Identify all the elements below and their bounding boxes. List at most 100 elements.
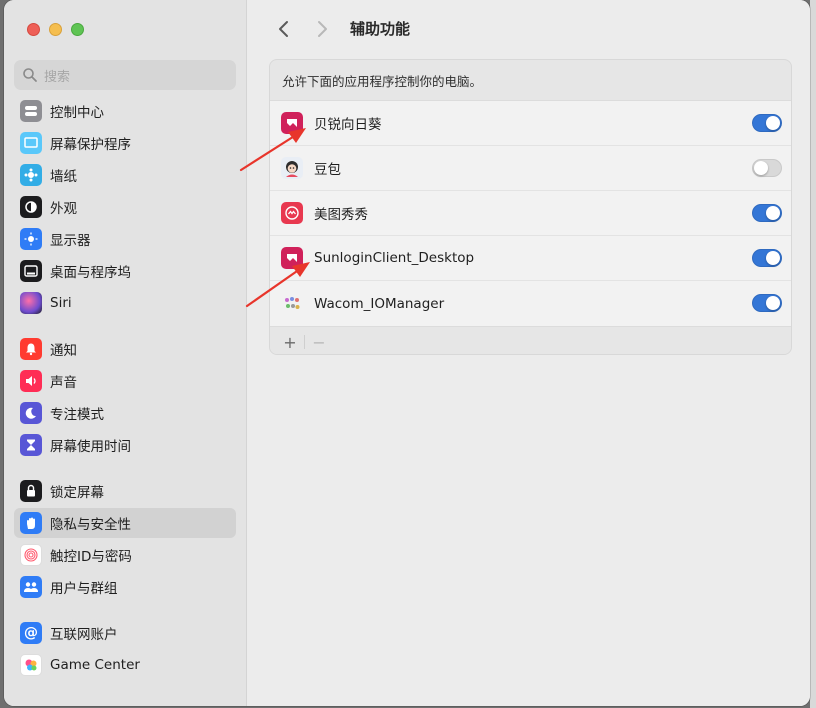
sidebar-item-label: 屏幕保护程序 bbox=[50, 137, 131, 153]
screen-time-icon bbox=[20, 434, 42, 456]
app-name: 豆包 bbox=[314, 162, 341, 178]
privacy-hand-icon bbox=[20, 512, 42, 534]
background-window-edge bbox=[810, 0, 816, 708]
notifications-icon bbox=[20, 338, 42, 360]
sidebar-item-displays[interactable]: 显示器 bbox=[4, 223, 246, 255]
list-item-meitu: 美图秀秀 bbox=[270, 191, 791, 236]
main-content: 辅助功能 允许下面的应用程序控制你的电脑。 贝锐向日葵 豆包 美图秀秀 Sunl… bbox=[248, 0, 810, 706]
sidebar-item-label: 通知 bbox=[50, 343, 77, 359]
search-placeholder: 搜索 bbox=[44, 69, 71, 85]
accessibility-panel: 允许下面的应用程序控制你的电脑。 贝锐向日葵 豆包 美图秀秀 SunloginC… bbox=[269, 59, 792, 355]
forward-button[interactable] bbox=[306, 13, 338, 45]
sidebar-list: 控制中心 屏幕保护程序 墙纸 外观 显示器 桌面与程序坞 Siri 通知 声音 … bbox=[4, 95, 246, 681]
panel-footer: + − bbox=[270, 327, 791, 354]
appearance-icon bbox=[20, 196, 42, 218]
sidebar-item-sound[interactable]: 声音 bbox=[4, 365, 246, 397]
sidebar-item-label: 显示器 bbox=[50, 233, 91, 249]
app-name: SunloginClient_Desktop bbox=[314, 250, 475, 266]
toggle-switch[interactable] bbox=[752, 159, 782, 177]
toggle-switch[interactable] bbox=[752, 249, 782, 267]
annotation-arrow-icon bbox=[239, 128, 306, 172]
focus-icon bbox=[20, 402, 42, 424]
sidebar-item-label: 隐私与安全性 bbox=[50, 517, 131, 533]
sidebar-item-label: 外观 bbox=[50, 201, 77, 217]
toggle-knob bbox=[754, 161, 768, 175]
sidebar-item-lock-screen[interactable]: 锁定屏幕 bbox=[4, 475, 246, 507]
search-field[interactable]: 搜索 bbox=[14, 60, 236, 90]
toggle-knob bbox=[766, 206, 780, 220]
wallpaper-icon bbox=[20, 164, 42, 186]
sidebar-item-label: 用户与群组 bbox=[50, 581, 118, 597]
back-button[interactable] bbox=[268, 13, 300, 45]
list-item-sunlogin-client: SunloginClient_Desktop bbox=[270, 236, 791, 281]
add-button[interactable]: + bbox=[278, 332, 302, 352]
app-name: 美图秀秀 bbox=[314, 207, 368, 223]
sidebar-item-label: 专注模式 bbox=[50, 407, 104, 423]
sidebar-item-label: 锁定屏幕 bbox=[50, 485, 104, 501]
toggle-knob bbox=[766, 251, 780, 265]
app-list: 贝锐向日葵 豆包 美图秀秀 SunloginClient_Desktop Wac… bbox=[270, 100, 791, 327]
page-title: 辅助功能 bbox=[350, 20, 411, 38]
sidebar-item-internet-accounts[interactable]: @ 互联网账户 bbox=[4, 617, 246, 649]
toggle-knob bbox=[766, 296, 780, 310]
sidebar-item-focus[interactable]: 专注模式 bbox=[4, 397, 246, 429]
list-item-wacom: Wacom_IOManager bbox=[270, 281, 791, 326]
toggle-knob bbox=[766, 116, 780, 130]
toolbar: 辅助功能 bbox=[248, 0, 810, 58]
sidebar-item-screensaver[interactable]: 屏幕保护程序 bbox=[4, 127, 246, 159]
sidebar-item-label: 桌面与程序坞 bbox=[50, 265, 131, 281]
sidebar-item-label: Siri bbox=[50, 295, 72, 311]
touch-id-icon bbox=[20, 544, 42, 566]
users-groups-icon bbox=[20, 576, 42, 598]
remove-button[interactable]: − bbox=[307, 332, 331, 352]
toggle-switch[interactable] bbox=[752, 294, 782, 312]
sidebar-item-privacy-security[interactable]: 隐私与安全性 bbox=[4, 507, 246, 539]
close-button[interactable] bbox=[27, 23, 40, 36]
internet-accounts-icon: @ bbox=[20, 622, 42, 644]
sidebar-item-wallpaper[interactable]: 墙纸 bbox=[4, 159, 246, 191]
toggle-switch[interactable] bbox=[752, 114, 782, 132]
sidebar-item-siri[interactable]: Siri bbox=[4, 287, 246, 319]
sidebar-item-label: 墙纸 bbox=[50, 169, 77, 185]
chevron-left-icon bbox=[279, 21, 288, 37]
sidebar-item-label: 声音 bbox=[50, 375, 77, 391]
sidebar-item-label: 屏幕使用时间 bbox=[50, 439, 131, 455]
sidebar-item-label: 互联网账户 bbox=[50, 627, 118, 643]
dock-icon bbox=[20, 260, 42, 282]
sidebar-item-dock[interactable]: 桌面与程序坞 bbox=[4, 255, 246, 287]
screensaver-icon bbox=[20, 132, 42, 154]
sidebar-item-notifications[interactable]: 通知 bbox=[4, 333, 246, 365]
app-name: 贝锐向日葵 bbox=[314, 117, 382, 133]
sound-icon bbox=[20, 370, 42, 392]
display-icon bbox=[20, 228, 42, 250]
zoom-button[interactable] bbox=[71, 23, 84, 36]
annotation-arrow-icon bbox=[245, 262, 310, 308]
minimize-button[interactable] bbox=[49, 23, 62, 36]
sidebar-item-label: Game Center bbox=[50, 657, 140, 673]
siri-icon bbox=[20, 292, 42, 314]
sidebar-item-users-groups[interactable]: 用户与群组 bbox=[4, 571, 246, 603]
sidebar-item-touch-id[interactable]: 触控ID与密码 bbox=[4, 539, 246, 571]
control-center-icon bbox=[20, 100, 42, 122]
sidebar-item-label: 触控ID与密码 bbox=[50, 549, 132, 565]
list-item-sunlogin: 贝锐向日葵 bbox=[270, 101, 791, 146]
toggle-switch[interactable] bbox=[752, 204, 782, 222]
lock-screen-icon bbox=[20, 480, 42, 502]
settings-window: 搜索 控制中心 屏幕保护程序 墙纸 外观 显示器 桌面与程序坞 Siri 通知 … bbox=[4, 0, 810, 706]
sidebar: 搜索 控制中心 屏幕保护程序 墙纸 外观 显示器 桌面与程序坞 Siri 通知 … bbox=[4, 0, 247, 706]
sidebar-item-screen-time[interactable]: 屏幕使用时间 bbox=[4, 429, 246, 461]
chevron-right-icon bbox=[318, 21, 327, 37]
app-name: Wacom_IOManager bbox=[314, 295, 445, 312]
window-controls bbox=[27, 23, 84, 36]
list-item-doubao: 豆包 bbox=[270, 146, 791, 191]
sidebar-item-appearance[interactable]: 外观 bbox=[4, 191, 246, 223]
meitu-icon bbox=[281, 202, 303, 224]
divider bbox=[304, 335, 305, 349]
sidebar-item-control-center[interactable]: 控制中心 bbox=[4, 95, 246, 127]
search-icon bbox=[23, 68, 37, 82]
sidebar-item-game-center[interactable]: Game Center bbox=[4, 649, 246, 681]
game-center-icon bbox=[20, 654, 42, 676]
